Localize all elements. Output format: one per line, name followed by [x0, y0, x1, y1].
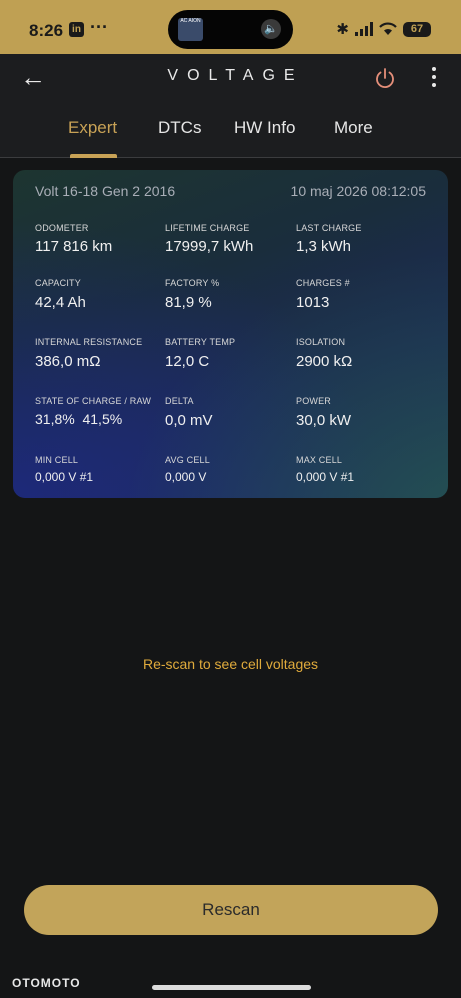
- metric-value: 1,3 kWh: [296, 238, 352, 255]
- metric-label: MAX CELL: [296, 455, 343, 465]
- metric-label: MIN CELL: [35, 455, 79, 465]
- metric-value: 386,0 mΩ: [35, 353, 101, 370]
- metric-value: 2900 kΩ: [296, 353, 353, 370]
- metric-value: 12,0 C: [165, 353, 210, 370]
- metric-value: 0,0 mV: [165, 412, 213, 429]
- rescan-hint: Re-scan to see cell voltages: [142, 656, 319, 672]
- tab-expert[interactable]: Expert: [68, 118, 117, 138]
- metric-value: 81,9 %: [165, 294, 212, 311]
- metric-label: FACTORY %: [165, 278, 220, 288]
- status-icons: ✱ 67: [336, 20, 431, 38]
- scan-datetime: 10 maj 2026 08:12:05: [290, 183, 426, 199]
- metric-label: STATE OF CHARGE / RAW: [35, 396, 152, 406]
- speaker-mute-icon: 🔈: [261, 19, 281, 39]
- metric-value: 0,000 V: [165, 470, 207, 484]
- power-icon[interactable]: [374, 67, 396, 89]
- battery-info-card: Volt 16-18 Gen 2 2016 10 maj 2026 08:12:…: [13, 170, 448, 498]
- metric-label: POWER: [296, 396, 332, 406]
- metric-value: 117 816 km: [35, 238, 113, 255]
- metric-label: ISOLATION: [296, 337, 346, 347]
- tab-hw-info[interactable]: HW Info: [234, 118, 295, 138]
- more-notifications-icon: ···: [90, 17, 108, 37]
- linkedin-icon: in: [69, 22, 84, 37]
- app-bar: ← VOLTAGE: [0, 54, 461, 104]
- metric-value: 31,8% 41,5%: [35, 411, 123, 427]
- wifi-icon: [379, 22, 397, 35]
- status-bar: 8:26 in ··· AC AION 🔈 ✱ 67: [0, 0, 461, 54]
- status-time: 8:26: [29, 21, 64, 40]
- metric-label: LIFETIME CHARGE: [165, 223, 250, 233]
- more-vertical-icon[interactable]: [430, 67, 438, 91]
- metric-value: 42,4 Ah: [35, 294, 86, 311]
- metric-value: 17999,7 kWh: [165, 238, 254, 255]
- metric-label: CAPACITY: [35, 278, 81, 288]
- bluetooth-icon: ✱: [336, 21, 349, 38]
- tab-dtcs[interactable]: DTCs: [158, 118, 201, 138]
- tab-bar: Expert DTCs HW Info More: [0, 104, 461, 158]
- metric-value: 0,000 V #1: [35, 470, 94, 484]
- metric-label: AVG CELL: [165, 455, 210, 465]
- signal-icon: [355, 22, 373, 36]
- metric-label: BATTERY TEMP: [165, 337, 236, 347]
- dynamic-island: AC AION 🔈: [168, 10, 293, 49]
- home-indicator[interactable]: [152, 985, 311, 990]
- metric-label: INTERNAL RESISTANCE: [35, 337, 143, 347]
- metric-label: DELTA: [165, 396, 194, 406]
- metric-value: 1013: [296, 294, 330, 311]
- metric-label: CHARGES #: [296, 278, 350, 288]
- tab-more[interactable]: More: [334, 118, 373, 138]
- vehicle-name: Volt 16-18 Gen 2 2016: [35, 183, 176, 199]
- metric-label: ODOMETER: [35, 223, 89, 233]
- media-thumbnail: AC AION: [178, 18, 203, 41]
- watermark: OTOMOTO: [12, 976, 81, 990]
- active-tab-indicator: [70, 154, 117, 158]
- battery-indicator: 67: [403, 21, 431, 37]
- metric-label: LAST CHARGE: [296, 223, 362, 233]
- rescan-button[interactable]: Rescan: [24, 885, 438, 935]
- metric-value: 30,0 kW: [296, 412, 352, 429]
- media-thumbnail-text: AC AION: [180, 18, 201, 24]
- metric-value: 0,000 V #1: [296, 470, 355, 484]
